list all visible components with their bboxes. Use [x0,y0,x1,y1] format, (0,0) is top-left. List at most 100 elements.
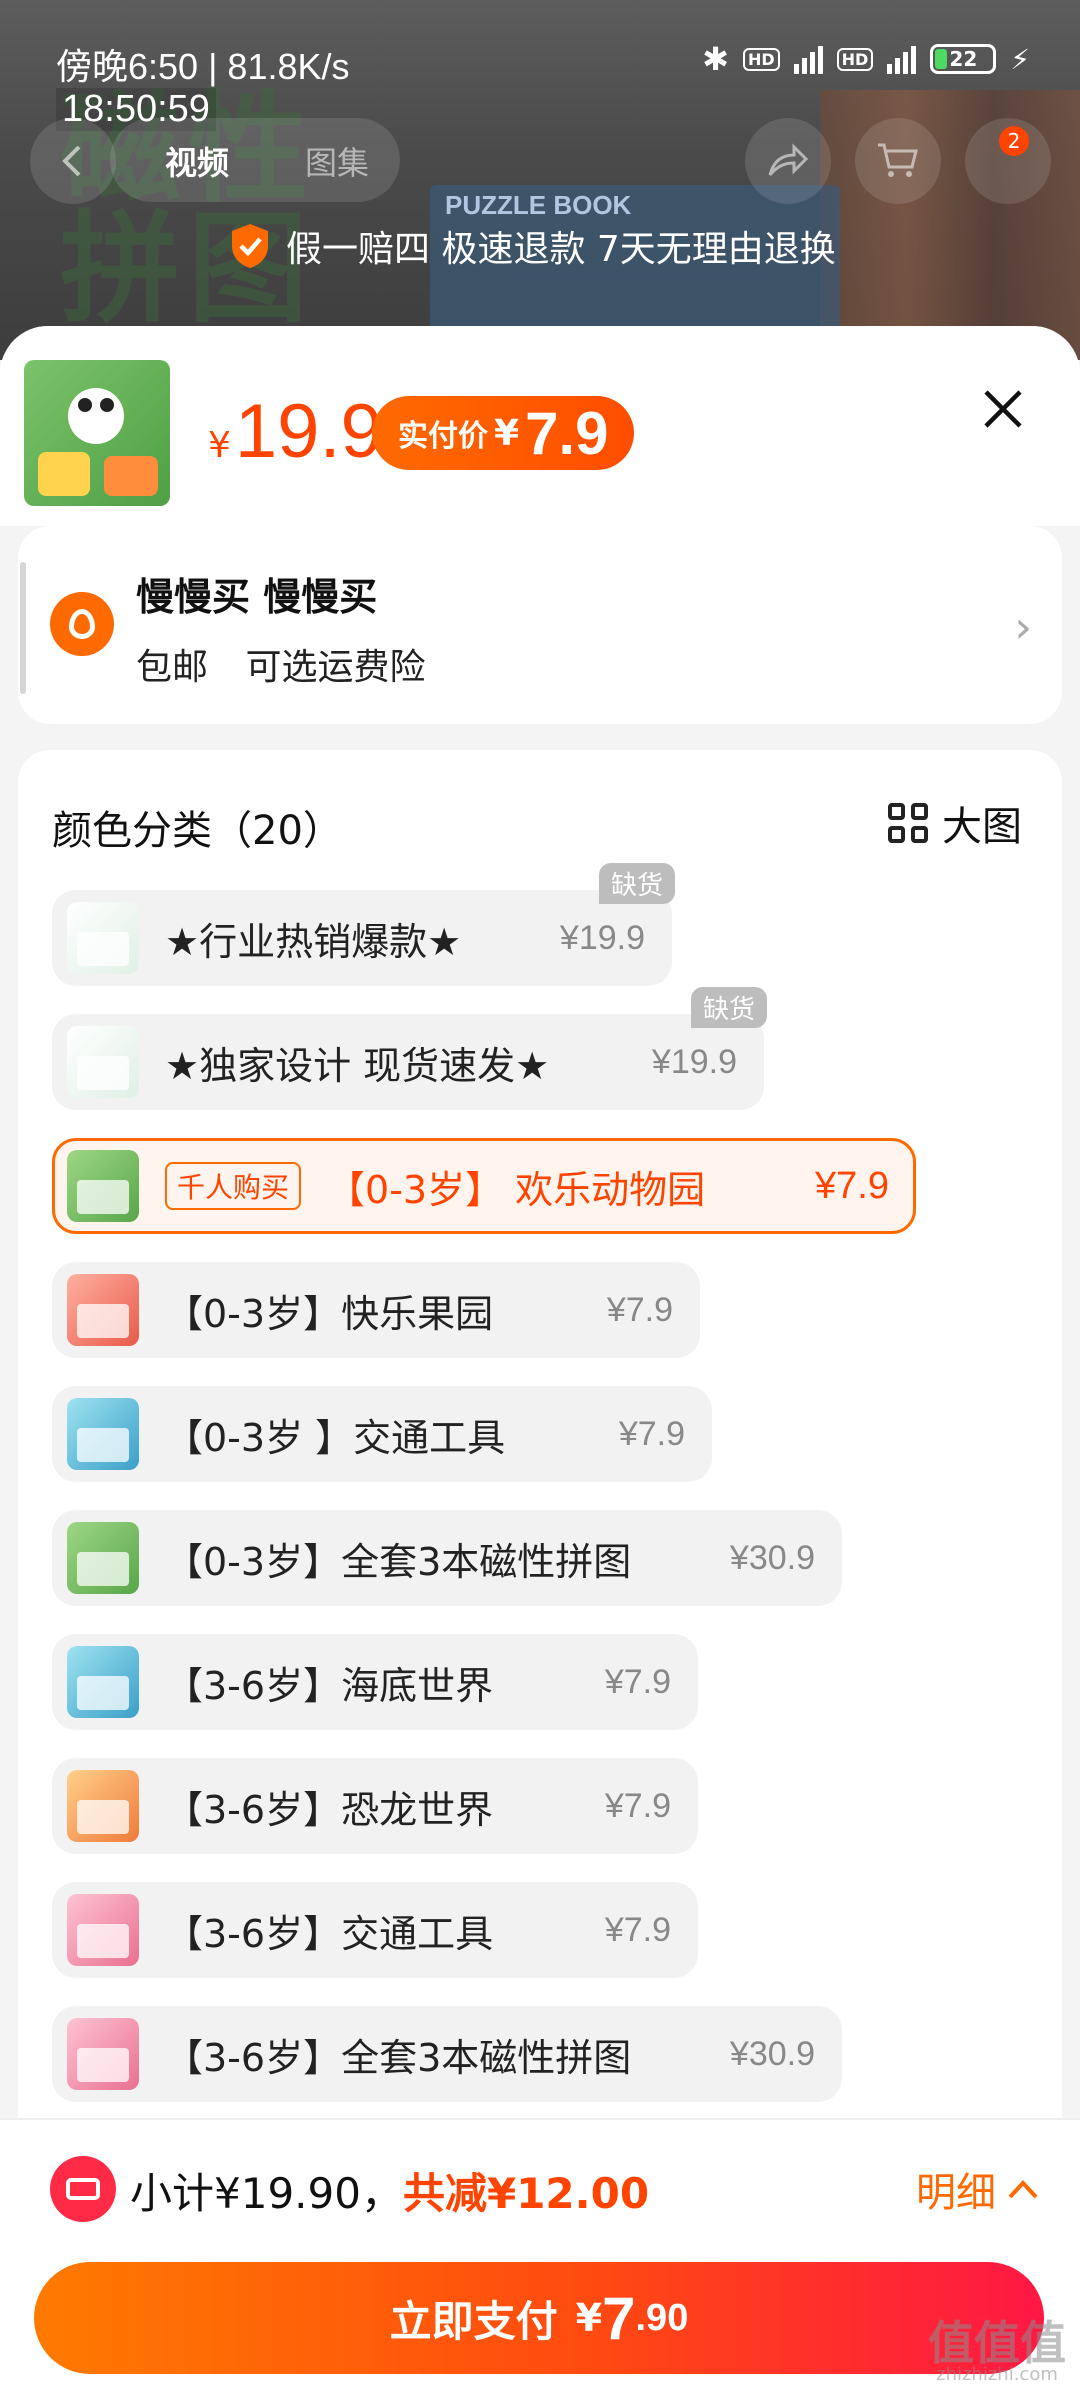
option-price: ¥7.9 [604,1662,671,1701]
shipping-free: 包邮 [136,647,209,688]
option-price: ¥7.9 [606,1290,673,1329]
checkout-bar: 小计¥19.90， 共减¥12.00 明细 立即支付 ¥ 7 .90 [0,2118,1080,2400]
original-price: ¥ 19.9 [208,388,383,475]
out-of-stock-badge: 缺货 [690,987,767,1028]
option-price: ¥7.9 [604,1786,671,1825]
status-time-speed: 傍晚6:50 | 81.8K/s [56,46,350,87]
share-icon [768,143,809,176]
real-price-currency: ¥ [494,412,520,454]
pay-label: 立即支付 [389,2296,558,2346]
option-item[interactable]: ★独家设计 现货速发★ ¥19.9 缺货 [52,987,767,1110]
option-price: ¥19.9 [651,1042,737,1081]
option-thumbnail [67,902,139,974]
watermark-domain: zhizhizhi.com [936,2364,1058,2385]
option-thumbnail [67,1770,139,1842]
price-currency: ¥ [208,425,231,466]
pay-amount-dec: .90 [635,2296,689,2339]
option-price: ¥7.9 [815,1164,889,1207]
hd-icon-2: HD [836,47,874,71]
option-label: ★行业热销爆款★ [165,919,462,964]
recipient-name: 慢慢买 慢慢买 [136,575,378,619]
option-price: ¥7.9 [618,1414,685,1453]
chevron-right-icon: › [1014,602,1032,653]
hot-sale-tag: 千人购买 [165,1162,302,1210]
guarantee-text: 假一赔四 极速退款 7天无理由退换 [286,229,836,270]
option-price: ¥30.9 [729,2034,815,2073]
option-thumbnail [67,1646,139,1718]
option-price: ¥30.9 [729,1538,815,1577]
discount-text: 共减¥12.00 [402,2169,650,2218]
pay-now-button[interactable]: 立即支付 ¥ 7 .90 [34,2262,1044,2374]
option-label: 【3-6岁】恐龙世界 [165,1787,494,1832]
back-button[interactable] [30,118,116,204]
real-price-value: 7.9 [525,399,609,467]
status-icons: ✱ HD HD 22 ⚡ [702,40,1030,78]
subtotal: 小计¥19.90， 共减¥12.00 [130,2160,649,2221]
option-thumbnail [67,2018,139,2090]
signal-icon [793,44,823,74]
cart-count-badge: 2 [999,126,1029,156]
tab-gallery[interactable]: 图集 [305,138,369,184]
hd-icon: HD [742,47,780,71]
background-book-text: PUZZLE BOOK [445,190,632,220]
option-item[interactable]: ★行业热销爆款★ ¥19.9 缺货 [52,863,675,986]
status-bar: 傍晚6:50 | 81.8K/s ✱ HD HD 22 ⚡ [0,0,1080,95]
option-label: 【3-6岁】海底世界 [165,1663,494,1708]
option-thumbnail [67,1522,139,1594]
option-thumbnail [67,1026,139,1098]
option-item[interactable]: 【3-6岁】海底世界 ¥7.9 [52,1634,698,1730]
watermark-text: 值值值 [928,2316,1066,2370]
option-item[interactable]: 【3-6岁】交通工具 ¥7.9 [52,1882,698,1978]
options-title: 颜色分类（20） [52,808,343,854]
detail-label: 明细 [916,2170,996,2216]
option-label: 【0-3岁 】交通工具 [165,1415,506,1460]
real-price-label: 实付价 [398,419,488,454]
option-thumbnail [67,1150,139,1222]
big-view-toggle[interactable]: 大图 [888,794,1022,852]
option-item[interactable]: 【3-6岁】恐龙世界 ¥7.9 [52,1758,698,1854]
back-arrow-icon [62,145,81,177]
option-label: 【3-6岁】交通工具 [165,1911,494,1956]
option-item[interactable]: 【3-6岁】全套3本磁性拼图 ¥30.9 [52,2006,842,2102]
product-thumbnail[interactable] [24,360,170,506]
detail-toggle[interactable]: 明细 [916,2160,1040,2218]
price-value: 19.9 [234,389,383,474]
option-item[interactable]: 【0-3岁】快乐果园 ¥7.9 [52,1262,700,1358]
option-thumbnail [67,1274,139,1346]
subtotal-text: 小计¥19.90， [130,2169,403,2218]
pay-amount-int: 7 [602,2284,636,2352]
shipping-info: 包邮 可选运费险 [136,638,451,690]
address-card[interactable]: 慢慢买 慢慢买 包邮 可选运费险 › [18,526,1062,724]
cart-button[interactable] [855,118,941,204]
charging-icon: ⚡ [1010,42,1030,76]
option-thumbnail [67,1894,139,1966]
share-button[interactable] [745,118,831,204]
shipping-insurance: 可选运费险 [245,647,426,688]
option-price: ¥7.9 [604,1910,671,1949]
option-item[interactable]: 【0-3岁】全套3本磁性拼图 ¥30.9 [52,1510,842,1606]
close-icon[interactable] [976,382,1030,436]
watermark-logo: 值值值 zhizhizhi.com [928,2320,1066,2384]
bluetooth-icon: ✱ [702,40,729,78]
battery-icon: 22 [930,44,997,74]
option-item[interactable]: 【0-3岁 】交通工具 ¥7.9 [52,1386,712,1482]
option-item[interactable]: 千人购买 【0-3岁】 欢乐动物园 ¥7.9 [52,1138,916,1234]
more-button[interactable]: 2 [965,118,1051,204]
guarantee-banner: 假一赔四 极速退款 7天无理由退换 [228,220,836,272]
option-label: 【3-6岁】全套3本磁性拼图 [165,2035,632,2080]
coupon-icon [50,2156,116,2222]
address-scroll-indicator [20,562,26,694]
sku-sheet: ¥ 19.9 实付价 ¥ 7.9 慢慢买 慢慢买 包邮 可选运费险 › 颜色分类… [0,326,1080,2400]
option-label: ★独家设计 现货速发★ [165,1043,550,1088]
tab-video[interactable]: 视频 [165,138,229,184]
option-thumbnail [67,1398,139,1470]
big-view-label: 大图 [942,804,1022,850]
pay-currency: ¥ [575,2296,603,2340]
location-pin-icon [50,592,114,656]
cart-icon [878,143,918,177]
background-curtain [820,90,1080,360]
signal-icon-2 [887,44,917,74]
option-label: 【0-3岁】全套3本磁性拼图 [165,1539,632,1584]
out-of-stock-badge: 缺货 [598,863,675,904]
option-label: 【0-3岁】 欢乐动物园 [327,1167,706,1212]
